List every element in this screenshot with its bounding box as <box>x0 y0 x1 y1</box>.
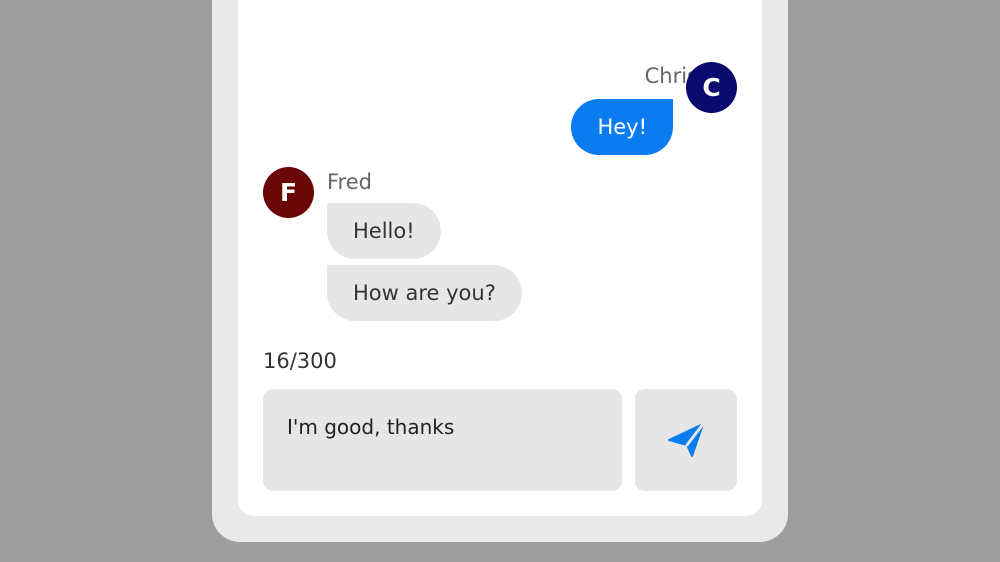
sender-name-fred: Fred <box>327 170 372 194</box>
send-button[interactable] <box>635 389 737 491</box>
avatar-fred: F <box>263 167 314 218</box>
message-bubble-incoming: How are you? <box>327 265 522 321</box>
character-counter: 16/300 <box>263 349 337 373</box>
phone-frame: Chris C Hey! F Fred Hello! How are you? … <box>212 0 788 542</box>
paper-plane-icon <box>668 422 705 457</box>
message-bubble-incoming: Hello! <box>327 203 441 259</box>
message-input[interactable]: I'm good, thanks <box>263 389 622 491</box>
chat-screen: Chris C Hey! F Fred Hello! How are you? … <box>238 0 762 516</box>
avatar-chris: C <box>686 62 737 113</box>
message-bubble-outgoing: Hey! <box>571 99 673 155</box>
